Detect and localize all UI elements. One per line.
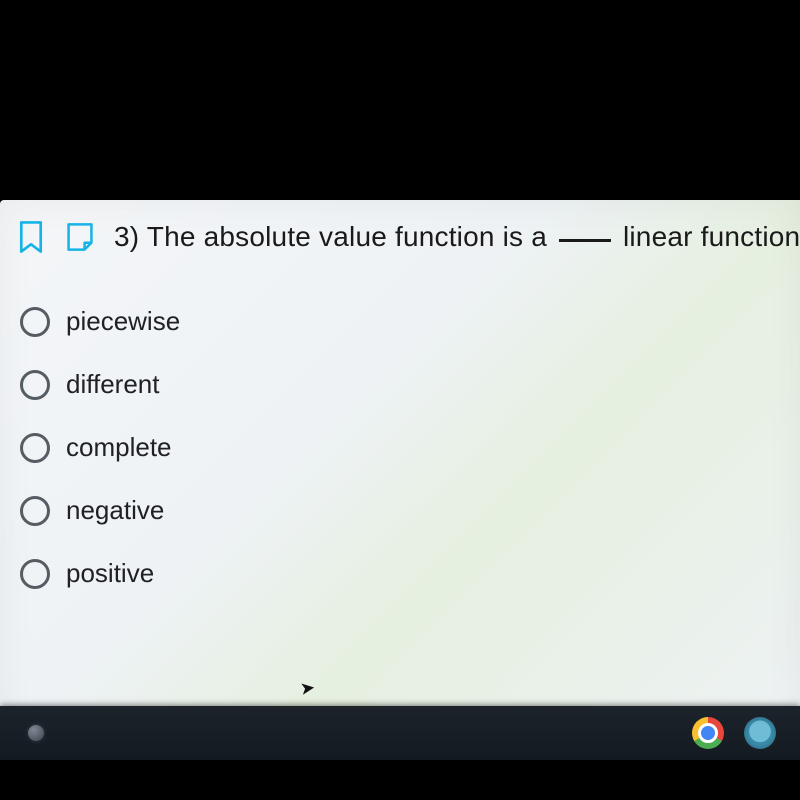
option-label: negative <box>66 495 164 526</box>
option-different[interactable]: different <box>20 353 800 416</box>
option-complete[interactable]: complete <box>20 416 800 479</box>
cursor-icon: ➤ <box>299 677 317 700</box>
option-label: positive <box>66 558 154 589</box>
radio-icon[interactable] <box>20 496 50 526</box>
question-number: 3) <box>114 221 139 252</box>
radio-icon[interactable] <box>20 370 50 400</box>
quiz-screen: 3) The absolute value function is a line… <box>0 200 800 760</box>
launcher-icon[interactable] <box>28 725 44 741</box>
question-header: 3) The absolute value function is a line… <box>0 200 800 254</box>
question-part-after: linear function. <box>623 221 800 252</box>
option-negative[interactable]: negative <box>20 479 800 542</box>
radio-icon[interactable] <box>20 559 50 589</box>
question-part-before: The absolute value function is a <box>147 221 547 252</box>
question-text: 3) The absolute value function is a line… <box>114 221 800 253</box>
radio-icon[interactable] <box>20 433 50 463</box>
option-label: piecewise <box>66 306 180 337</box>
fill-blank <box>559 239 611 242</box>
taskbar <box>0 706 800 760</box>
option-piecewise[interactable]: piecewise <box>20 290 800 353</box>
radio-icon[interactable] <box>20 307 50 337</box>
bookmark-icon[interactable] <box>16 220 46 254</box>
option-label: different <box>66 369 159 400</box>
option-label: complete <box>66 432 172 463</box>
note-icon[interactable] <box>64 221 96 253</box>
option-positive[interactable]: positive <box>20 542 800 605</box>
chrome-icon[interactable] <box>692 717 724 749</box>
camera-icon[interactable] <box>744 717 776 749</box>
options-list: piecewise different complete negative po… <box>0 254 800 605</box>
system-tray <box>692 717 776 749</box>
